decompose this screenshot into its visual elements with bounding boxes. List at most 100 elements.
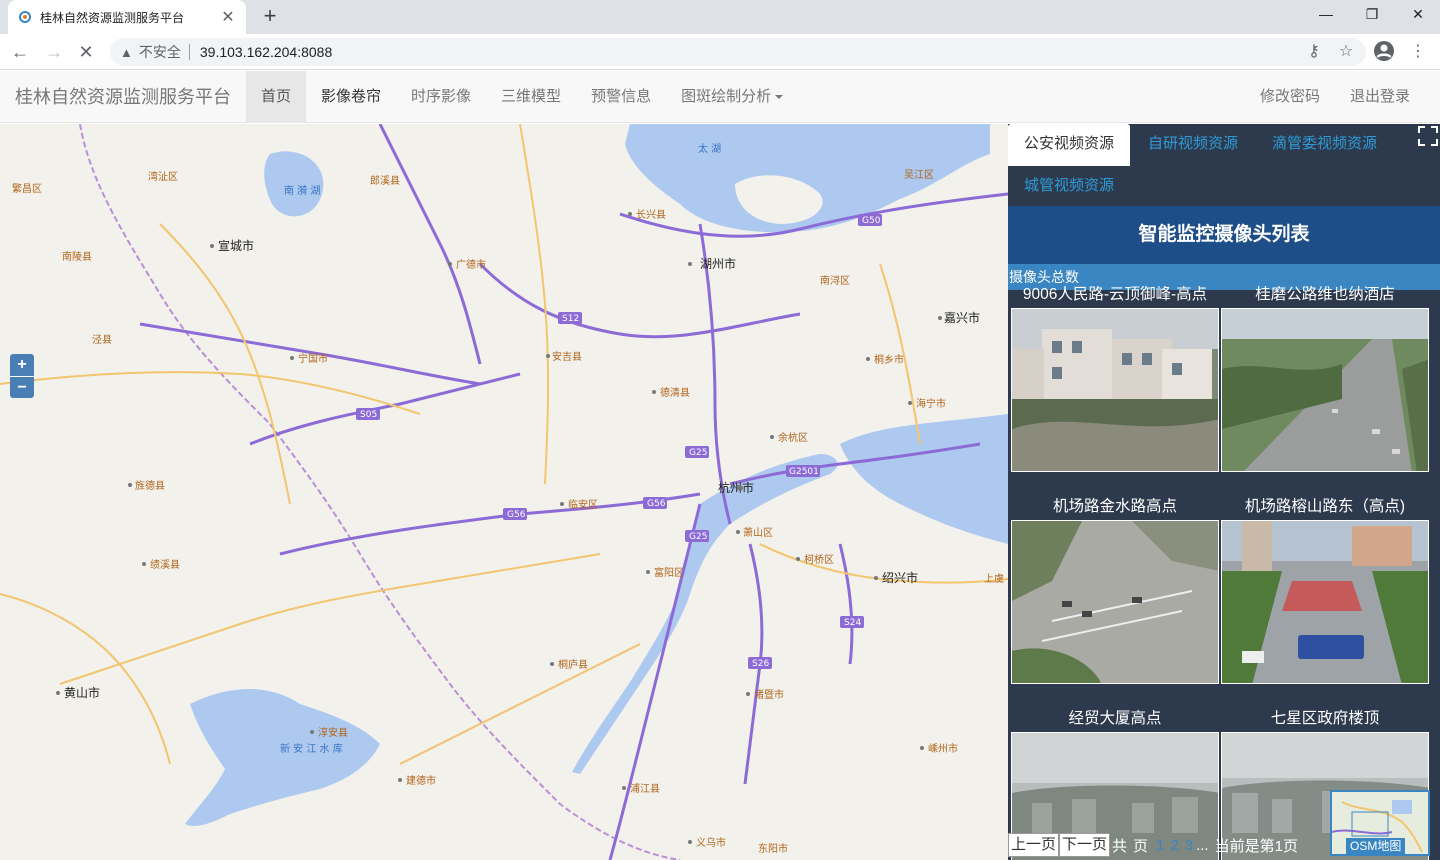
highway-s12 — [478, 262, 801, 339]
road-3 — [519, 124, 550, 485]
highway-s24 — [838, 543, 854, 665]
shield-s26: S26 — [748, 657, 772, 669]
prev-page-button[interactable]: 上一页 — [1008, 833, 1060, 857]
camera-name: 9006人民路-云顶御峰-高点 — [1022, 286, 1208, 303]
new-tab-button[interactable]: + — [258, 4, 282, 28]
camera-name: 七星区政府楼顶 — [1270, 710, 1380, 727]
camera-card[interactable]: 机场路金水路高点 — [1010, 496, 1220, 684]
shield-s24: S24 — [840, 616, 864, 628]
tab-dripper-video[interactable]: 滴管委视频资源 — [1256, 124, 1393, 166]
overview-minimap[interactable]: OSM地图 — [1330, 790, 1430, 856]
bookmark-star-icon[interactable]: ☆ — [1334, 40, 1358, 64]
nav-3d-model[interactable]: 三维模型 — [486, 71, 576, 123]
label-nanyi: 南 漪 湖 — [284, 184, 320, 197]
camera-thumbnail[interactable] — [1011, 520, 1219, 684]
shield-g50: G50 — [858, 214, 882, 226]
nav-patch-analysis[interactable]: 图斑绘制分析 — [666, 71, 798, 123]
label-keqiao: 柯桥区 — [804, 553, 834, 566]
qiantang-river — [572, 454, 838, 774]
back-icon[interactable]: ← — [8, 40, 32, 64]
browser-tab-strip: 桂林自然资源监测服务平台 ✕ + — ❐ ✕ — [0, 0, 1440, 34]
nav-home[interactable]: 首页 — [246, 70, 307, 123]
svg-text:S05: S05 — [360, 410, 377, 420]
camera-thumbnail[interactable] — [1011, 308, 1219, 472]
svg-text:G25: G25 — [689, 532, 707, 542]
label-hangzhou: 杭州市 — [718, 480, 754, 495]
pagination: 上一页 下一页 共 页 1 2 3 ... 当前是第1页 — [1008, 832, 1338, 858]
svg-text:G56: G56 — [507, 510, 526, 520]
label-guangde: 广德市 — [456, 258, 486, 271]
total-pages-suffix: 页 — [1133, 837, 1149, 855]
highway-g56 — [279, 492, 701, 556]
forward-icon[interactable]: → — [42, 40, 66, 64]
page-link-3[interactable]: 3 — [1185, 837, 1193, 854]
fullscreen-icon[interactable] — [1418, 126, 1438, 146]
tab-police-video[interactable]: 公安视频资源 — [1008, 124, 1131, 166]
label-shengzhou: 嵊州市 — [928, 742, 958, 755]
label-jixi: 绩溪县 — [150, 558, 180, 571]
town-dots — [56, 212, 942, 844]
shield-g56: G56 — [643, 497, 667, 509]
shield-g2501: G2501 — [786, 465, 820, 477]
page-link-2[interactable]: 2 — [1170, 837, 1178, 854]
road-5 — [399, 643, 641, 765]
page-link-1[interactable]: 1 — [1156, 837, 1164, 854]
label-jingxian: 泾县 — [92, 333, 112, 346]
logout-link[interactable]: 退出登录 — [1335, 71, 1425, 123]
camera-card[interactable]: 机场路榕山路东（高点) — [1220, 496, 1430, 684]
label-anji: 安吉县 — [552, 350, 582, 363]
zoom-out-button[interactable]: − — [10, 376, 34, 398]
profile-avatar-icon[interactable] — [1372, 40, 1396, 64]
omnibox[interactable]: ▲ 不安全 39.103.162.204:8088 — [110, 38, 1366, 66]
nav-time-series[interactable]: 时序影像 — [396, 71, 486, 123]
shield-g25b: G25 — [685, 530, 709, 542]
label-huangshan: 黄山市 — [64, 685, 100, 700]
key-icon[interactable]: ⚷ — [1302, 40, 1326, 64]
camera-name: 机场路榕山路东（高点) — [1244, 498, 1406, 515]
chevron-down-icon — [775, 94, 784, 99]
stop-loading-icon[interactable]: ✕ — [74, 40, 98, 64]
label-wujiang: 吴江区 — [904, 169, 934, 181]
next-page-button[interactable]: 下一页 — [1059, 833, 1111, 857]
resource-tabs: 公安视频资源 自研视频资源 滴管委视频资源 城管视频资源 — [1008, 124, 1440, 206]
security-label: 不安全 — [138, 44, 181, 60]
url-text: 39.103.162.204:8088 — [199, 44, 333, 60]
label-shaoxing: 绍兴市 — [882, 570, 918, 585]
tab-urban-video[interactable]: 城管视频资源 — [1008, 166, 1130, 208]
close-window-icon[interactable]: ✕ — [1406, 6, 1430, 23]
browser-menu-icon[interactable]: ⋮ — [1406, 40, 1430, 64]
close-tab-icon[interactable]: ✕ — [220, 7, 236, 27]
minimap-label: OSM地图 — [1346, 838, 1406, 854]
label-langxi: 郎溪县 — [370, 174, 400, 187]
label-changxing: 长兴县 — [636, 209, 666, 221]
svg-text:S24: S24 — [844, 618, 861, 628]
road-2 — [59, 553, 601, 685]
label-nanxun: 南浔区 — [820, 274, 850, 287]
road-8 — [0, 593, 171, 765]
brand-title[interactable]: 桂林自然资源监测服务平台 — [0, 71, 246, 123]
change-password-link[interactable]: 修改密码 — [1245, 71, 1335, 123]
label-jiande: 建德市 — [406, 774, 436, 787]
map-view[interactable]: G50 S12 S05 G25 G2501 G56 G56 G25 S24 S2… — [0, 124, 1008, 860]
label-jingde: 旌德县 — [135, 479, 165, 492]
restore-icon[interactable]: ❐ — [1360, 6, 1384, 23]
camera-panel: 公安视频资源 自研视频资源 滴管委视频资源 城管视频资源 智能监控摄像头列表 摄… — [1008, 124, 1440, 860]
svg-text:G25: G25 — [689, 448, 707, 458]
site-favicon-icon — [18, 10, 32, 24]
label-fanchang: 繁昌区 — [12, 182, 42, 195]
shield-g56b: G56 — [503, 508, 527, 520]
zoom-in-button[interactable]: + — [10, 354, 34, 376]
zoom-control: + − — [10, 354, 34, 398]
nav-warning-info[interactable]: 预警信息 — [576, 71, 666, 123]
tab-self-video[interactable]: 自研视频资源 — [1132, 124, 1254, 166]
camera-card[interactable]: 桂磨公路维也纳酒店 — [1220, 284, 1430, 472]
svg-text:S26: S26 — [752, 659, 769, 669]
camera-thumbnail[interactable] — [1221, 520, 1429, 684]
label-tonglu: 桐庐县 — [558, 658, 588, 671]
browser-tab[interactable]: 桂林自然资源监测服务平台 ✕ — [8, 0, 246, 34]
minimize-icon[interactable]: — — [1314, 6, 1338, 22]
nav-image-swipe[interactable]: 影像卷帘 — [306, 71, 396, 123]
camera-thumbnail[interactable] — [1221, 308, 1429, 472]
camera-card[interactable]: 9006人民路-云顶御峰-高点 — [1010, 284, 1220, 472]
panel-title: 智能监控摄像头列表 — [1008, 206, 1440, 264]
